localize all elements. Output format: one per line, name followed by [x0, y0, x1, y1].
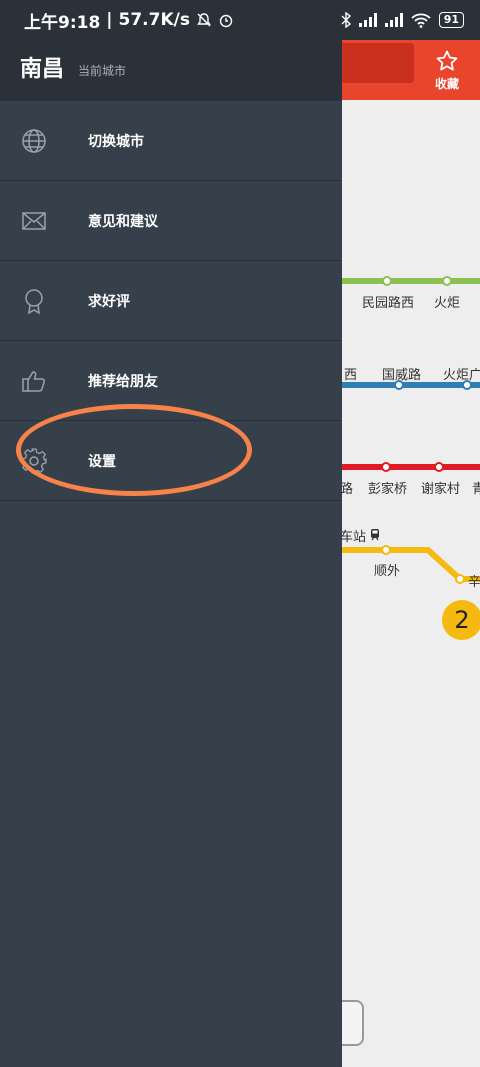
- signal-2-icon: [384, 13, 403, 27]
- menu-item-rate-app[interactable]: 求好评: [0, 261, 342, 341]
- signal-1-icon: [358, 13, 377, 27]
- station-label[interactable]: 谢家村: [421, 478, 460, 497]
- bluetooth-icon: [341, 12, 351, 28]
- station-label[interactable]: 火炬: [434, 292, 460, 311]
- mute-bell-icon: [197, 13, 211, 27]
- station-dot[interactable]: [381, 462, 391, 472]
- station-dot[interactable]: [394, 380, 404, 390]
- battery-indicator: 91: [438, 12, 464, 28]
- search-bar[interactable]: [330, 43, 414, 83]
- station-label[interactable]: 顺外: [374, 560, 400, 579]
- thumbs-up-icon: [22, 370, 45, 392]
- menu-item-label: 意见和建议: [88, 213, 158, 230]
- status-time: 上午9:18: [24, 12, 101, 33]
- station-label[interactable]: 彭家桥: [368, 478, 407, 497]
- current-city-label: 当前城市: [78, 64, 127, 78]
- status-bar: 上午9:18 | 57.7K/s 91: [0, 0, 480, 40]
- menu-item-switch-city[interactable]: 切换城市: [0, 101, 342, 181]
- station-dot[interactable]: [442, 276, 452, 286]
- current-city[interactable]: 南昌: [20, 51, 64, 83]
- wifi-icon: [411, 13, 431, 28]
- metro-line-blue: [342, 382, 480, 388]
- station-label[interactable]: 青: [472, 478, 480, 497]
- station-label[interactable]: 民园路西: [362, 292, 414, 311]
- station-label[interactable]: 辛: [468, 571, 480, 590]
- station-dot[interactable]: [382, 276, 392, 286]
- station-label[interactable]: 火炬广: [443, 364, 480, 383]
- menu-item-label: 求好评: [88, 293, 130, 310]
- metro-line-red: [342, 464, 480, 470]
- metro-line-yellow: [342, 545, 480, 584]
- globe-icon: [22, 128, 46, 153]
- line-2-badge: 2: [442, 600, 480, 640]
- favorite-label: 收藏: [434, 76, 459, 91]
- star-icon: [436, 50, 458, 70]
- metro-line-green: [342, 278, 480, 284]
- menu-item-label: 切换城市: [88, 133, 144, 150]
- station-label[interactable]: 西: [344, 364, 357, 383]
- menu-item-feedback[interactable]: 意见和建议: [0, 181, 342, 261]
- station-dot[interactable]: [434, 462, 444, 472]
- favorite-button[interactable]: 收藏: [420, 40, 474, 100]
- drawer-header: 南昌 当前城市: [0, 40, 342, 101]
- award-icon: [25, 288, 43, 314]
- station-dot[interactable]: [462, 380, 472, 390]
- menu-item-label: 推荐给朋友: [88, 373, 158, 390]
- mail-icon: [22, 211, 46, 230]
- navigation-drawer: 南昌 当前城市 切换城市 意见和建议 求好评 推荐给朋友 设置: [0, 40, 342, 1067]
- alarm-icon: [219, 14, 233, 28]
- status-speed: 57.7K/s: [118, 10, 190, 30]
- highlight-ellipse: [16, 404, 252, 496]
